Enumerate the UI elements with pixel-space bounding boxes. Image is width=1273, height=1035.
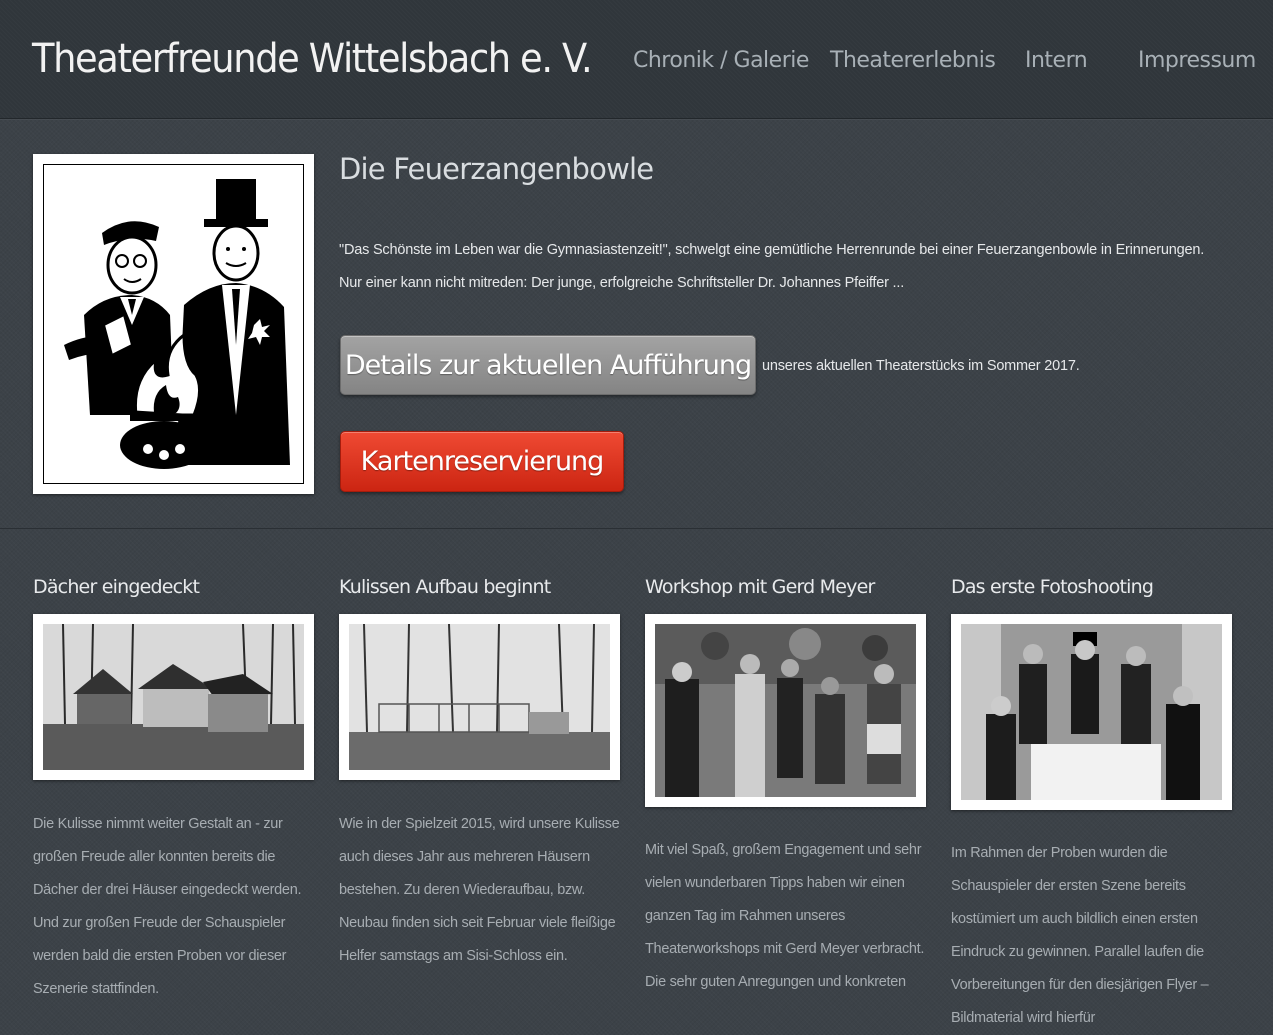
hero-illustration: [43, 164, 304, 484]
news-photo-costumed-actors: [961, 624, 1222, 800]
details-suffix-text: unseres aktuellen Theaterstücks im Somme…: [762, 358, 1080, 374]
news-title[interactable]: Workshop mit Gerd Meyer: [645, 576, 927, 606]
nav-item-theatererlebnis[interactable]: Theatererlebnis: [830, 48, 996, 73]
news-item-kulissen: Kulissen Aufbau beginnt Wie in der Spiel…: [339, 576, 621, 964]
hero-image-frame: [33, 154, 314, 494]
nav-item-chronik-galerie[interactable]: Chronik / Galerie: [633, 48, 809, 73]
news-item-daecher: Dächer eingedeckt Die Kulisse nimmt weit…: [33, 576, 315, 997]
nav-item-impressum[interactable]: Impressum: [1138, 48, 1256, 73]
news-photo-frame[interactable]: [951, 614, 1232, 810]
news-title[interactable]: Das erste Fotoshooting: [951, 576, 1233, 606]
hero-description: "Das Schönste im Leben war die Gymnasias…: [339, 242, 1205, 291]
nav-item-intern[interactable]: Intern: [1025, 48, 1088, 73]
news-text: Im Rahmen der Proben wurden die Schauspi…: [951, 845, 1209, 1026]
site-title[interactable]: Theaterfreunde Wittelsbach e. V.: [32, 36, 593, 82]
news-photo-workshop-group: [655, 624, 916, 797]
news-title[interactable]: Dächer eingedeckt: [33, 576, 315, 606]
hero-title: Die Feuerzangenbowle: [339, 152, 654, 186]
site-header: Theaterfreunde Wittelsbach e. V. Chronik…: [0, 0, 1273, 119]
news-item-workshop: Workshop mit Gerd Meyer Mit viel Spaß, g…: [645, 576, 927, 990]
news-photo-frame[interactable]: [33, 614, 314, 780]
details-performance-button[interactable]: Details zur aktuellen Aufführung: [340, 335, 756, 395]
news-title[interactable]: Kulissen Aufbau beginnt: [339, 576, 621, 606]
news-photo-frame[interactable]: [339, 614, 620, 780]
news-text: Wie in der Spielzeit 2015, wird unsere K…: [339, 816, 620, 964]
news-photo-scaffolding: [349, 624, 610, 770]
news-photo-frame[interactable]: [645, 614, 926, 807]
news-photo-houses-roofs: [43, 624, 304, 770]
news-text: Die Kulisse nimmt weiter Gestalt an - zu…: [33, 816, 302, 997]
feuerzangenbowle-illustration: [44, 165, 303, 483]
news-text: Mit viel Spaß, großem Engagement und seh…: [645, 842, 925, 990]
ticket-reservation-button[interactable]: Kartenreservierung: [340, 431, 624, 492]
news-item-fotoshooting: Das erste Fotoshooting Im Rahmen der Pro…: [951, 576, 1233, 1026]
